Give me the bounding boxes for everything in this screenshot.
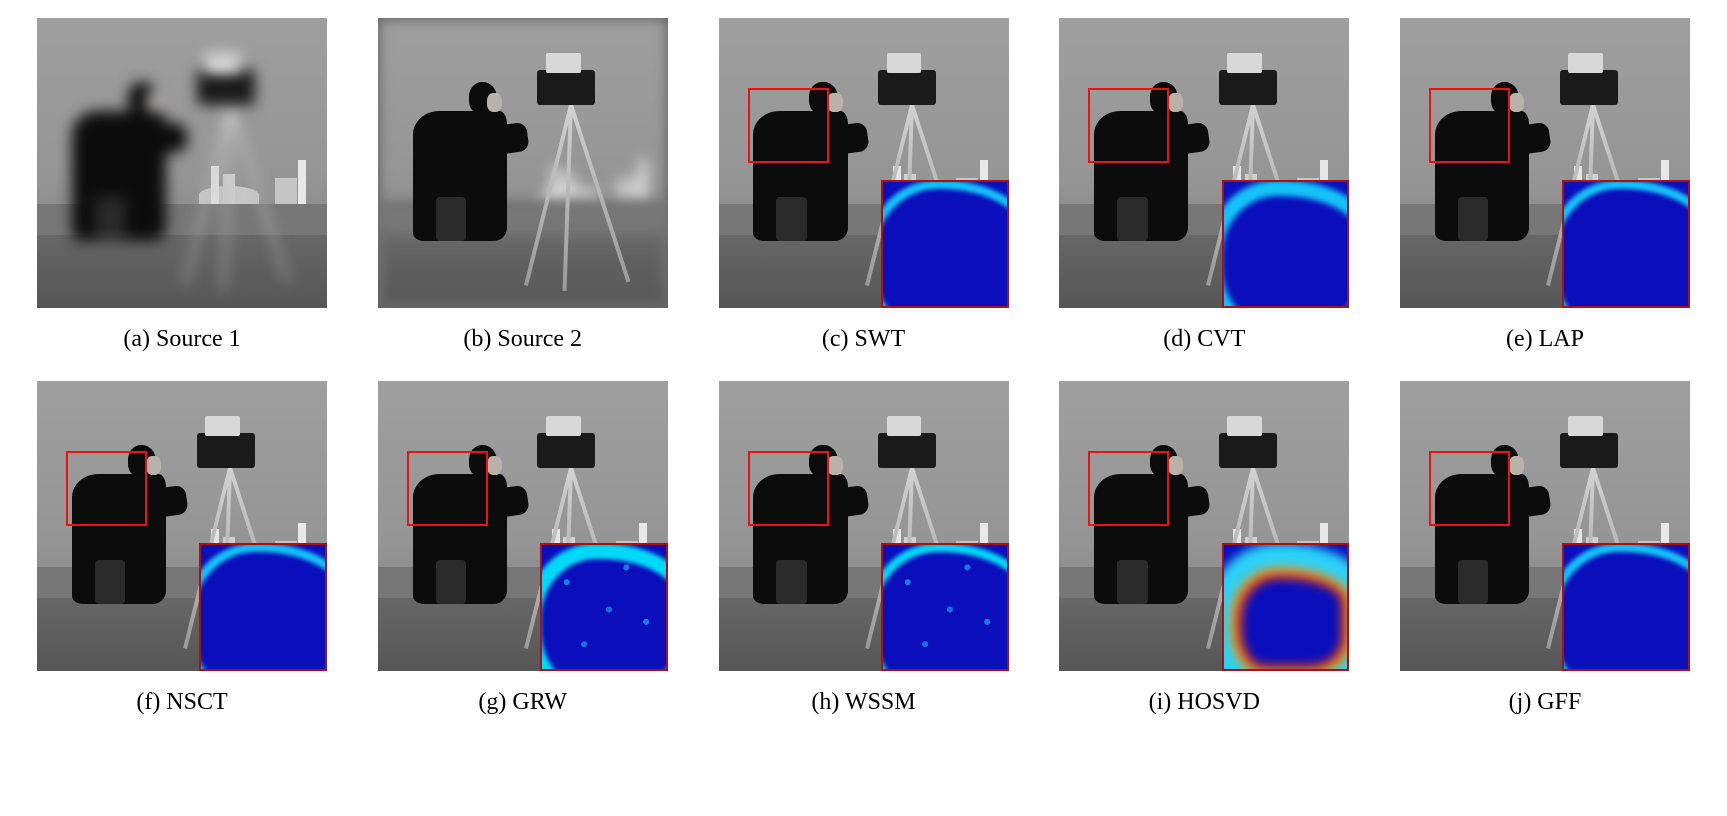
scene-image bbox=[378, 18, 668, 308]
roi-box bbox=[1088, 451, 1169, 526]
subfig-d: (d) CVT bbox=[1044, 18, 1364, 353]
subfig-b: (b) Source 2 bbox=[363, 18, 683, 353]
subfig-f: (f) NSCT bbox=[22, 381, 342, 716]
subfig-c: (c) SWT bbox=[704, 18, 1024, 353]
difference-inset bbox=[1222, 180, 1350, 308]
panel-wssm bbox=[719, 381, 1009, 671]
caption-e: (e) LAP bbox=[1506, 326, 1584, 353]
difference-inset bbox=[540, 543, 668, 671]
panel-nsct bbox=[37, 381, 327, 671]
difference-inset bbox=[1222, 543, 1350, 671]
caption-g: (g) GRW bbox=[478, 689, 567, 716]
subfig-a: (a) Source 1 bbox=[22, 18, 342, 353]
panel-lap bbox=[1400, 18, 1690, 308]
roi-box bbox=[1088, 88, 1169, 163]
panel-source-1 bbox=[37, 18, 327, 308]
roi-box bbox=[407, 451, 488, 526]
subfig-j: (j) GFF bbox=[1385, 381, 1705, 716]
roi-box bbox=[1429, 451, 1510, 526]
roi-box bbox=[1429, 88, 1510, 163]
caption-i: (i) HOSVD bbox=[1149, 689, 1260, 716]
caption-h: (h) WSSM bbox=[811, 689, 915, 716]
panel-cvt bbox=[1059, 18, 1349, 308]
panel-hosvd bbox=[1059, 381, 1349, 671]
subfig-h: (h) WSSM bbox=[704, 381, 1024, 716]
difference-inset bbox=[1562, 180, 1690, 308]
roi-box bbox=[748, 451, 829, 526]
figure-grid: (a) Source 1 (b) Source 2 bbox=[0, 0, 1727, 740]
caption-b: (b) Source 2 bbox=[463, 326, 582, 353]
figure-row-2: (f) NSCT (g) GRW bbox=[22, 381, 1705, 716]
roi-box bbox=[748, 88, 829, 163]
subfig-g: (g) GRW bbox=[363, 381, 683, 716]
scene-image bbox=[37, 18, 327, 308]
figure-row-1: (a) Source 1 (b) Source 2 bbox=[22, 18, 1705, 353]
subfig-e: (e) LAP bbox=[1385, 18, 1705, 353]
difference-inset bbox=[1562, 543, 1690, 671]
difference-inset bbox=[199, 543, 327, 671]
difference-inset bbox=[881, 180, 1009, 308]
panel-grw bbox=[378, 381, 668, 671]
caption-a: (a) Source 1 bbox=[123, 326, 240, 353]
panel-source-2 bbox=[378, 18, 668, 308]
subfig-i: (i) HOSVD bbox=[1044, 381, 1364, 716]
caption-c: (c) SWT bbox=[822, 326, 905, 353]
caption-d: (d) CVT bbox=[1163, 326, 1245, 353]
caption-j: (j) GFF bbox=[1509, 689, 1582, 716]
panel-gff bbox=[1400, 381, 1690, 671]
panel-swt bbox=[719, 18, 1009, 308]
caption-f: (f) NSCT bbox=[136, 689, 227, 716]
difference-inset bbox=[881, 543, 1009, 671]
roi-box bbox=[66, 451, 147, 526]
